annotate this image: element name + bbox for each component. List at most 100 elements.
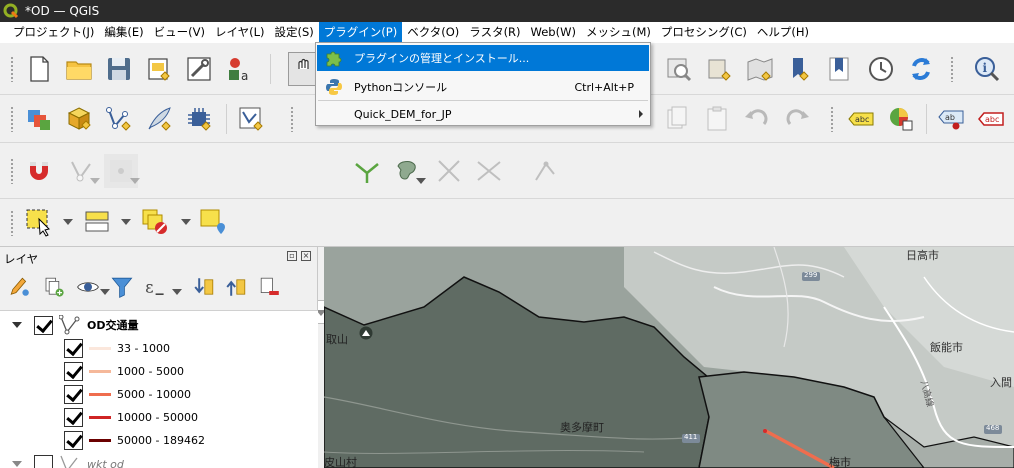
toolbar-grip[interactable] [830,106,834,132]
new-geopackage-layer-button[interactable] [62,102,96,136]
toolbar-grip[interactable] [950,56,954,82]
select-features-button[interactable] [22,205,56,239]
menu-project[interactable]: プロジェクト(J) [8,22,99,43]
legend-item[interactable]: 1000 - 5000 [64,360,184,382]
menu-settings[interactable]: 設定(S) [270,22,319,43]
layer-row-wkt-od[interactable]: wkt od [12,453,124,468]
add-group-button[interactable] [40,273,68,301]
show-hide-labels-button[interactable]: abc [974,102,1008,136]
open-layer-styling-button[interactable] [6,273,34,301]
menu-raster[interactable]: ラスタ(R) [464,22,525,43]
topological-editing-button[interactable] [350,154,384,188]
layer-labeling-button[interactable]: abc [844,102,878,136]
menu-processing[interactable]: プロセシング(C) [656,22,752,43]
menu-edit[interactable]: 編集(E) [99,22,148,43]
filter-by-expression-button[interactable]: ε [140,273,168,301]
expand-arrow-icon[interactable] [12,322,22,328]
new-spatialite-layer-button[interactable] [142,102,176,136]
legend-item-checkbox[interactable] [64,407,83,427]
new-shapefile-layer-button[interactable] [102,102,136,136]
legend-item[interactable]: 10000 - 50000 [64,406,198,428]
bookmarks-map-icon [747,58,773,81]
layer-visibility-checkbox[interactable] [34,315,53,335]
menu-mesh[interactable]: メッシュ(M) [581,22,656,43]
dropdown-arrow-icon[interactable] [172,289,182,295]
new-project-button[interactable] [22,52,56,86]
manage-install-plugins-menu-item[interactable]: プラグインの管理とインストール... [317,45,649,71]
layout-manager-button[interactable] [182,52,216,86]
toolbar-grip[interactable] [10,210,14,236]
copy-features-button[interactable] [660,102,694,136]
dropdown-arrow-icon[interactable] [121,219,131,225]
legend-item[interactable]: 5000 - 10000 [64,383,191,405]
bookmark-manager-button[interactable] [822,52,856,86]
pin-labels-button[interactable]: ab [934,102,968,136]
tracing-button[interactable] [472,154,506,188]
new-temporary-layer-button[interactable] [234,102,268,136]
toolbar-grip[interactable] [290,106,294,132]
filter-legend-button[interactable] [108,273,136,301]
legend-label: 50000 - 189462 [117,433,205,447]
self-snapping-button[interactable] [432,154,466,188]
dropdown-arrow-icon[interactable] [416,178,426,184]
toolbar-grip[interactable] [10,106,14,132]
dropdown-arrow-icon[interactable] [130,178,140,184]
layer-name: wkt od [87,457,124,468]
toolbar-grip[interactable] [10,158,14,184]
undo-button[interactable] [740,102,774,136]
quick-dem-menu-item[interactable]: Quick_DEM_for_JP [317,101,649,127]
menu-view[interactable]: ビュー(V) [149,22,210,43]
show-bookmarks-button[interactable] [742,52,776,86]
toolbar-grip[interactable] [10,56,14,82]
menu-help[interactable]: ヘルプ(H) [752,22,814,43]
remove-layer-button[interactable] [256,273,284,301]
expand-all-button[interactable] [190,273,218,301]
route-number: 411 [684,433,698,441]
identify-features-button[interactable]: i [970,52,1004,86]
menu-layer[interactable]: レイヤ(L) [210,22,270,43]
layer-row-od[interactable]: OD交通量 [12,314,138,336]
legend-item[interactable]: 33 - 1000 [64,337,170,359]
select-by-value-button[interactable] [80,205,114,239]
select-by-location-button[interactable] [196,205,230,239]
data-source-manager-button[interactable] [22,102,56,136]
float-panel-icon[interactable]: ▫ [287,251,297,261]
dropdown-arrow-icon[interactable] [181,219,191,225]
save-icon [108,58,130,80]
save-project-button[interactable] [102,52,136,86]
menu-vector[interactable]: ベクタ(O) [402,22,464,43]
legend-item-checkbox[interactable] [64,384,83,404]
map-label: 日高市 [906,249,939,262]
menu-web[interactable]: Web(W) [526,22,581,43]
new-file-icon [30,56,49,82]
python-console-menu-item[interactable]: Pythonコンソール Ctrl+Alt+P [317,74,649,100]
zoom-identify-button[interactable] [662,52,696,86]
map-canvas[interactable]: 日高市 飯能市 入間 取山 奥多摩町 皮山村 梅市 299 411 468 八高… [324,247,1014,468]
layer-visibility-checkbox[interactable] [34,454,53,468]
enable-snapping-button[interactable] [22,154,56,188]
redo-button[interactable] [780,102,814,136]
new-bookmark-button[interactable] [702,52,736,86]
new-virtual-layer-button[interactable] [182,102,216,136]
manage-map-themes-button[interactable] [74,273,102,301]
refresh-button[interactable] [904,52,938,86]
legend-item-checkbox[interactable] [64,430,83,450]
dropdown-arrow-icon[interactable] [90,178,100,184]
close-panel-icon[interactable]: × [301,251,311,261]
open-project-button[interactable] [62,52,96,86]
legend-item-checkbox[interactable] [64,338,83,358]
style-manager-button[interactable]: a [222,52,256,86]
new-spatial-bookmark-button[interactable] [782,52,816,86]
paste-features-button[interactable] [700,102,734,136]
layer-diagram-button[interactable] [884,102,918,136]
legend-item[interactable]: 50000 - 189462 [64,429,205,451]
advanced-digitizing-button[interactable] [528,154,562,188]
menu-plugins[interactable]: プラグイン(P) [318,22,403,43]
legend-item-checkbox[interactable] [64,361,83,381]
expand-arrow-icon[interactable] [12,461,22,467]
collapse-all-button[interactable] [222,273,250,301]
temporal-controller-button[interactable] [864,52,898,86]
new-print-layout-button[interactable] [142,52,176,86]
dropdown-arrow-icon[interactable] [63,219,73,225]
deselect-features-button[interactable] [138,205,172,239]
